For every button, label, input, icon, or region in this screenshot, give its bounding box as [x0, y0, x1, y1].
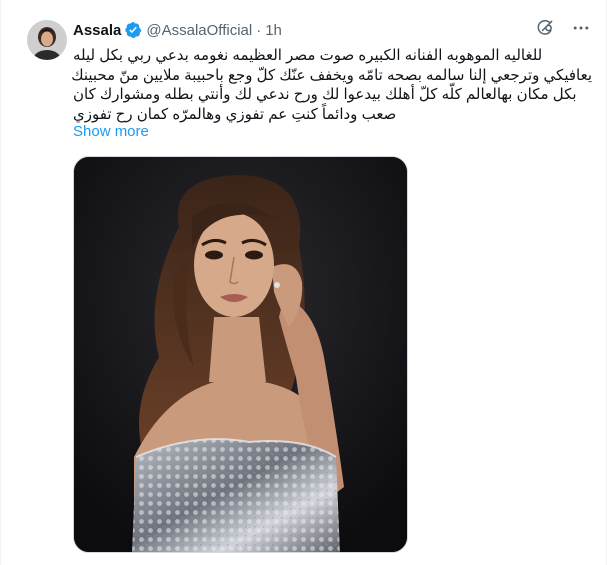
tweet-text-line: يعافيكي وترجعي إلنا سالمه بصحه تامّه ويخ… — [71, 66, 592, 84]
header-actions — [534, 17, 592, 39]
tweet-media-image[interactable] — [73, 156, 408, 553]
author-name[interactable]: Assala — [73, 22, 121, 39]
grok-icon[interactable] — [534, 17, 556, 39]
avatar-photo — [27, 20, 67, 60]
tweet-text-line: للغاليه الموهوبه الفنانه الكبيره صوت مصر… — [73, 47, 543, 64]
tweet-text-line: صعب ودائماً كنتِ عم تفوزي وهالمرّه كمان … — [73, 105, 397, 123]
portrait-photo — [74, 157, 407, 552]
tweet-timestamp[interactable]: 1h — [265, 22, 282, 39]
author-handle[interactable]: @AssalaOfficial — [146, 22, 252, 39]
tweet-text-line: بكل مكان بهالعالم كلّه كلّ أهلك بيدعوا ل… — [73, 86, 577, 103]
avatar[interactable] — [27, 20, 67, 60]
verified-badge-icon[interactable] — [124, 21, 142, 39]
tweet-header: Assala @AssalaOfficial · 1h — [73, 19, 592, 41]
show-more-link[interactable]: Show more — [73, 123, 149, 140]
tweet-text: للغاليه الموهوبه الفنانه الكبيره صوت مصر… — [71, 46, 592, 124]
header-separator: · — [256, 21, 262, 39]
tweet-card[interactable]: Assala @AssalaOfficial · 1h للغاليه المو… — [0, 0, 607, 565]
more-options-icon[interactable] — [570, 17, 592, 39]
